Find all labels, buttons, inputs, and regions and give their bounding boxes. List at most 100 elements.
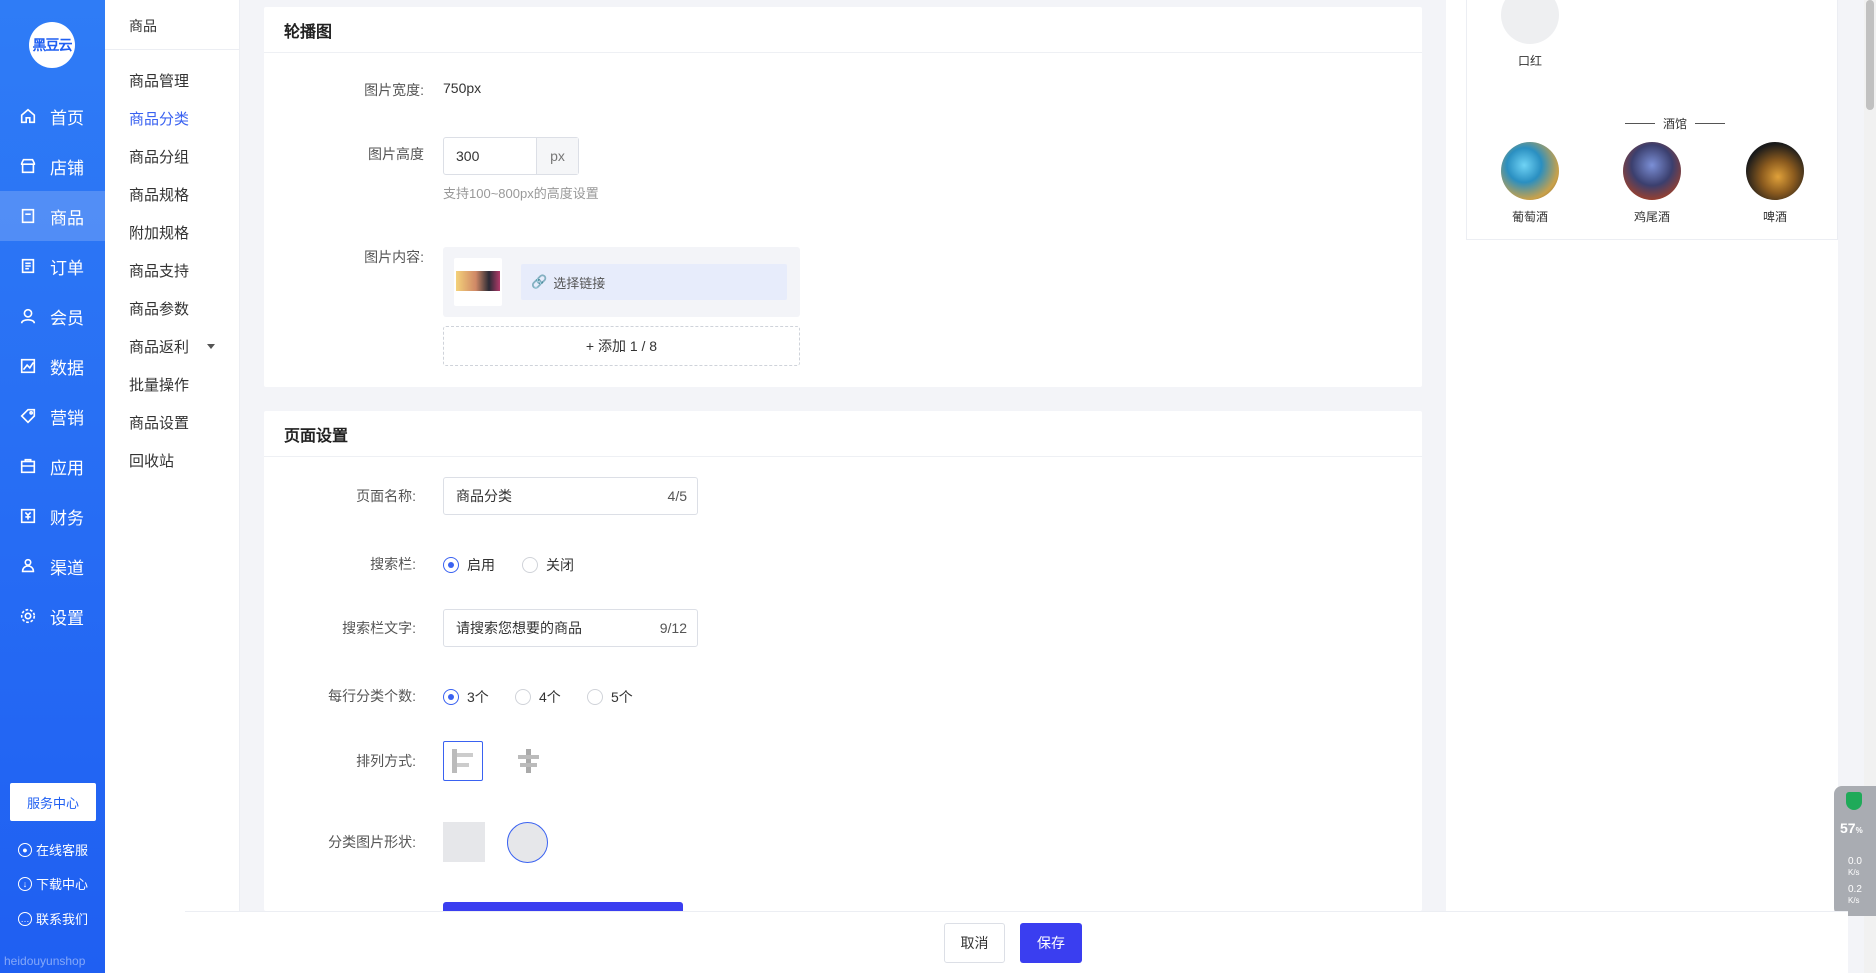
radio-dot xyxy=(443,689,459,705)
preview-group-label: 酒馆 xyxy=(1663,117,1688,131)
user-avatar-icon: ● xyxy=(18,842,32,857)
add-image-button[interactable]: + 添加 1 / 8 xyxy=(443,326,800,366)
nav-item-data[interactable]: 数据 xyxy=(0,341,105,391)
member-icon xyxy=(18,306,38,326)
subnav-item-goods-settings[interactable]: 商品设置 xyxy=(129,412,189,433)
nav-item-home[interactable]: 首页 xyxy=(0,91,105,141)
nav-item-channel[interactable]: 渠道 xyxy=(0,541,105,591)
footer-bar xyxy=(185,911,1848,973)
store-icon xyxy=(18,156,38,176)
chevron-down-icon[interactable] xyxy=(207,344,215,349)
subnav-title: 商品 xyxy=(129,18,157,34)
image-content-label: 图片内容: xyxy=(364,249,424,265)
shape-label: 分类图片形状: xyxy=(328,834,416,850)
image-height-label: 图片高度 xyxy=(368,146,424,162)
usage-percent-unit: % xyxy=(1855,826,1863,835)
subnav-item-goods-rebate[interactable]: 商品返利 xyxy=(129,336,189,357)
subnav-item-goods-params[interactable]: 商品参数 xyxy=(129,298,189,319)
nav-item-goods[interactable]: 商品 xyxy=(0,191,105,241)
cancel-button[interactable]: 取消 xyxy=(944,923,1005,963)
goods-icon xyxy=(18,206,38,226)
preview-item-label: 啤酒 xyxy=(1762,210,1787,224)
online-service-link[interactable]: ● 在线客服 xyxy=(18,840,88,859)
search-text-value: 请搜索您想要的商品 xyxy=(456,620,582,636)
preview-item-wine[interactable]: 葡萄酒 xyxy=(1485,142,1575,225)
radio-label: 3个 xyxy=(467,689,489,705)
per-row-5-radio[interactable]: 5个 xyxy=(587,687,633,707)
preview-item-lipstick[interactable]: 口红 xyxy=(1485,0,1575,69)
per-row-4-radio[interactable]: 4个 xyxy=(515,687,561,707)
download-speed: 0.2 K/s xyxy=(1848,884,1862,906)
subnav-item-goods-category[interactable]: 商品分类 xyxy=(129,108,189,129)
nav-item-settings[interactable]: 设置 xyxy=(0,591,105,641)
page-name-input[interactable]: 商品分类 4/5 xyxy=(443,477,698,515)
image-content-panel: 🔗 选择链接 xyxy=(443,247,800,317)
search-text-label: 搜索栏文字: xyxy=(342,620,416,636)
search-bar-label: 搜索栏: xyxy=(370,556,416,572)
radio-label: 启用 xyxy=(467,557,495,573)
subnav-item-goods-spec[interactable]: 商品规格 xyxy=(129,184,189,205)
nav-item-marketing[interactable]: 营销 xyxy=(0,391,105,441)
download-speed-value: 0.2 xyxy=(1848,884,1862,895)
link-icon: 🔗 xyxy=(531,274,548,289)
preview-item-beer[interactable]: 啤酒 xyxy=(1730,142,1820,225)
search-text-input[interactable]: 请搜索您想要的商品 9/12 xyxy=(443,609,698,647)
brand-logo[interactable]: 黑豆云 xyxy=(29,22,75,68)
main-sidebar: 黑豆云 首页 店铺 商品 订单 会员 数据 营销 应用 财务 渠道 设置 服务中… xyxy=(0,0,105,973)
subnav-item-goods-group[interactable]: 商品分组 xyxy=(129,146,189,167)
search-disable-radio[interactable]: 关闭 xyxy=(522,555,574,575)
preview-item-cocktail[interactable]: 鸡尾酒 xyxy=(1607,142,1697,225)
chat-icon: … xyxy=(18,911,32,926)
page-name-label: 页面名称: xyxy=(356,488,416,504)
preview-item-label: 葡萄酒 xyxy=(1511,210,1548,224)
radio-label: 5个 xyxy=(611,689,633,705)
download-icon: ↓ xyxy=(18,876,32,891)
select-link-button[interactable]: 🔗 选择链接 xyxy=(521,264,787,300)
subnav-item-recycle-bin[interactable]: 回收站 xyxy=(129,450,174,471)
subnav-item-goods-support[interactable]: 商品支持 xyxy=(129,260,189,281)
align-center-icon xyxy=(518,749,539,773)
nav-item-apps[interactable]: 应用 xyxy=(0,441,105,491)
per-row-label: 每行分类个数: xyxy=(328,688,416,704)
image-height-hint: 支持100~800px的高度设置 xyxy=(443,186,599,201)
subnav-item-extra-spec[interactable]: 附加规格 xyxy=(129,222,189,243)
radio-dot xyxy=(443,557,459,573)
radio-label: 4个 xyxy=(539,689,561,705)
nav-item-store[interactable]: 店铺 xyxy=(0,141,105,191)
nav-item-label: 商品 xyxy=(50,208,84,228)
image-width-label: 图片宽度: xyxy=(364,82,424,98)
system-monitor-widget[interactable]: 57% 0.0 K/s 0.2 K/s xyxy=(1834,786,1876,916)
radio-label: 关闭 xyxy=(546,557,574,573)
radio-dot xyxy=(515,689,531,705)
carousel-image-thumbnail[interactable] xyxy=(454,258,502,306)
contact-us-link[interactable]: … 联系我们 xyxy=(18,909,88,928)
subnav-item-goods-management[interactable]: 商品管理 xyxy=(129,70,189,91)
radio-dot xyxy=(522,557,538,573)
save-button[interactable]: 保存 xyxy=(1020,923,1082,963)
watermark-text: heidouyunshop xyxy=(4,954,86,968)
per-row-3-radio[interactable]: 3个 xyxy=(443,687,489,707)
nav-item-member[interactable]: 会员 xyxy=(0,291,105,341)
scrollbar-thumb[interactable] xyxy=(1866,0,1874,110)
arrange-center-option[interactable] xyxy=(508,741,548,781)
nav-item-label: 数据 xyxy=(50,358,84,378)
preview-group-title: 酒馆 xyxy=(1617,115,1733,132)
gear-icon xyxy=(18,606,38,626)
nav-item-label: 会员 xyxy=(50,308,84,328)
nav-item-order[interactable]: 订单 xyxy=(0,241,105,291)
speed-unit: K/s xyxy=(1848,868,1860,877)
shield-icon xyxy=(1846,792,1862,810)
image-height-input[interactable]: 300 px xyxy=(443,137,579,175)
nav-item-label: 渠道 xyxy=(50,558,84,578)
upload-speed: 0.0 K/s xyxy=(1848,856,1862,878)
search-enable-radio[interactable]: 启用 xyxy=(443,555,495,575)
service-center-button[interactable]: 服务中心 xyxy=(10,783,96,821)
circle-shape-option[interactable] xyxy=(507,822,548,863)
nav-item-finance[interactable]: 财务 xyxy=(0,491,105,541)
radio-dot xyxy=(587,689,603,705)
arrange-left-option[interactable] xyxy=(443,741,483,781)
subnav-item-batch-ops[interactable]: 批量操作 xyxy=(129,374,189,395)
square-shape-option[interactable] xyxy=(443,822,485,862)
contact-us-label: 联系我们 xyxy=(36,912,89,927)
download-center-link[interactable]: ↓ 下载中心 xyxy=(18,874,88,893)
